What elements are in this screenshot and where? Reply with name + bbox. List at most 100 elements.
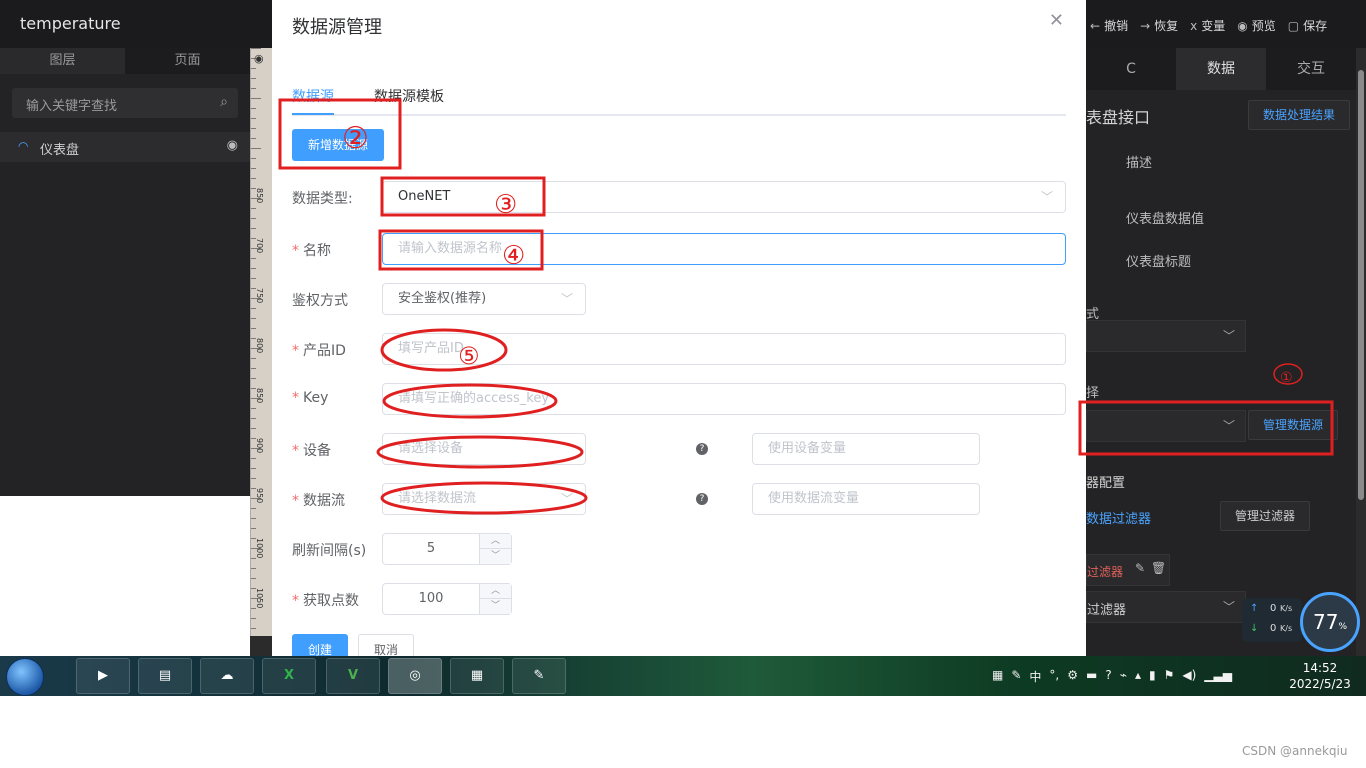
tab-style[interactable]: C: [1086, 48, 1176, 90]
mode-select[interactable]: ﹀: [1086, 320, 1246, 352]
undo-button[interactable]: ← 撤销: [1090, 17, 1128, 34]
scrollbar[interactable]: [1356, 48, 1366, 656]
network-speed-widget: ↑ 0 K/s ↓ 0 K/s: [1242, 598, 1302, 642]
cpu-gauge[interactable]: 77%: [1300, 592, 1360, 652]
chevron-down-icon[interactable]: ﹀: [479, 599, 511, 614]
tray-volume-icon[interactable]: ◀): [1182, 668, 1196, 685]
device-select[interactable]: 请选择设备: [382, 433, 586, 465]
tray-ime-icon[interactable]: ✎: [1011, 668, 1021, 685]
product-id-label-text: 产品ID: [303, 343, 346, 359]
ruler-tick: [251, 368, 256, 369]
layer-item-gauge[interactable]: ◠ 仪表盘 ◉: [0, 132, 250, 162]
ruler-eye-icon[interactable]: ◉: [254, 52, 264, 65]
cancel-button[interactable]: 取消: [358, 634, 414, 656]
section-title: 表盘接口: [1086, 108, 1151, 127]
excel-icon[interactable]: X: [262, 658, 316, 694]
tray-network-icon[interactable]: ▁▃▅: [1204, 668, 1232, 685]
desc-header: 描述: [1126, 156, 1153, 171]
manage-datasource-button[interactable]: 管理数据源: [1248, 410, 1338, 440]
tab-data[interactable]: 数据: [1176, 48, 1266, 90]
ruler-tick: [251, 508, 256, 509]
taskbar: ▶ ▤ ☁ X V ◎ ▦ ✎ ▦ ✎ 中 °, ⚙ ▬ ? ⌁ ▴ ▮ ⚑ ◀…: [0, 656, 1366, 696]
auth-select[interactable]: 安全鉴权(推荐) ﹀: [382, 283, 586, 315]
chevron-up-icon[interactable]: ︿: [479, 584, 511, 599]
tray-ime-label[interactable]: 中: [1029, 668, 1041, 685]
name-input[interactable]: 请输入数据源名称: [382, 233, 1066, 265]
download-arrow-icon: ↓: [1250, 623, 1259, 634]
manage-filter-button[interactable]: 管理过滤器: [1220, 501, 1310, 531]
ruler-label: 750: [255, 288, 264, 304]
tray-keyboard-icon[interactable]: ▬: [1086, 668, 1097, 685]
name-placeholder: 请输入数据源名称: [398, 241, 503, 256]
auth-label: 鉴权方式: [292, 290, 348, 310]
key-input[interactable]: 请填写正确的access_key: [382, 383, 1066, 415]
data-type-select[interactable]: OneNET ﹀: [382, 181, 1066, 213]
filter-item[interactable]: 过滤器 ✎ 🗑: [1086, 554, 1170, 586]
eye-icon: ◉: [1237, 19, 1248, 33]
trash-icon[interactable]: 🗑: [1151, 561, 1166, 575]
tray-grid-icon[interactable]: ▦: [992, 668, 1003, 685]
tray-flag-icon[interactable]: ⚑: [1164, 668, 1175, 685]
product-id-placeholder: 填写产品ID: [398, 341, 464, 356]
tab-datasource[interactable]: 数据源: [292, 86, 334, 106]
ruler-label: 850: [255, 388, 264, 404]
vs-code-icon[interactable]: V: [326, 658, 380, 694]
tab-datasource-template[interactable]: 数据源模板: [374, 86, 444, 106]
tray-usb-icon[interactable]: ⌁: [1120, 668, 1127, 685]
datastream-variable-input[interactable]: 使用数据流变量: [752, 483, 980, 515]
refresh-interval-stepper[interactable]: 5 ︿ ﹀: [382, 533, 512, 565]
datasource-select[interactable]: ﹀: [1086, 410, 1246, 442]
tab-interaction[interactable]: 交互: [1266, 48, 1356, 90]
scrollbar-thumb[interactable]: [1358, 70, 1364, 500]
ruler-tick: [251, 478, 256, 479]
chevron-down-icon[interactable]: ﹀: [479, 549, 511, 564]
watermark: CSDN @annekqiu: [1242, 744, 1348, 758]
eye-icon[interactable]: ◉: [227, 138, 238, 153]
help-icon[interactable]: ?: [696, 493, 708, 505]
edit-icon[interactable]: ✎: [1135, 561, 1145, 575]
download-value: 0: [1270, 623, 1277, 634]
tray-power-icon[interactable]: ▮: [1149, 668, 1156, 685]
filter-select[interactable]: 过滤器 ﹀: [1086, 591, 1246, 623]
key-label-text: Key: [303, 390, 329, 406]
ruler-tick: [251, 428, 256, 429]
tray-help-icon[interactable]: ?: [1105, 668, 1111, 685]
chrome-icon[interactable]: ◎: [388, 658, 442, 694]
required-asterisk: *: [292, 390, 299, 406]
data-filter-link[interactable]: 数据过滤器: [1086, 508, 1151, 527]
datastream-placeholder: 请选择数据流: [398, 491, 477, 506]
close-icon[interactable]: ✕: [1049, 10, 1064, 31]
ruler-tick: [251, 78, 256, 79]
tray-punct-icon[interactable]: °,: [1049, 668, 1059, 685]
chevron-up-icon[interactable]: ︿: [479, 534, 511, 549]
device-variable-input[interactable]: 使用设备变量: [752, 433, 980, 465]
create-button[interactable]: 创建: [292, 634, 348, 656]
new-datasource-button[interactable]: 新增数据源: [292, 129, 384, 161]
paint-icon[interactable]: ✎: [512, 658, 566, 694]
layer-search-input[interactable]: 输入关键字查找 ⌕: [12, 88, 238, 118]
variable-label: 变量: [1201, 19, 1226, 33]
office-app-icon[interactable]: ▦: [450, 658, 504, 694]
tray-expand-icon[interactable]: ▴: [1135, 668, 1141, 685]
tab-pages[interactable]: 页面: [125, 48, 250, 74]
datastream-variable-placeholder: 使用数据流变量: [768, 491, 860, 506]
help-icon[interactable]: ?: [696, 443, 708, 455]
ruler-tick: [251, 418, 256, 419]
product-id-input[interactable]: 填写产品ID: [382, 333, 1066, 365]
save-button[interactable]: ▢ 保存: [1288, 17, 1327, 34]
tray-settings-icon[interactable]: ⚙: [1067, 668, 1078, 685]
file-explorer-icon[interactable]: ▤: [138, 658, 192, 694]
media-player-icon[interactable]: ▶: [76, 658, 130, 694]
start-button[interactable]: [6, 658, 44, 696]
datastream-select[interactable]: 请选择数据流 ﹀: [382, 483, 586, 515]
clock[interactable]: 14:52 2022/5/23: [1282, 660, 1358, 692]
data-result-button[interactable]: 数据处理结果: [1248, 100, 1350, 130]
redo-button[interactable]: → 恢复: [1140, 17, 1178, 34]
variable-button[interactable]: x 变量: [1190, 17, 1225, 34]
baidu-netdisk-icon[interactable]: ☁: [200, 658, 254, 694]
tab-layers[interactable]: 图层: [0, 48, 125, 74]
preview-button[interactable]: ◉ 预览: [1237, 17, 1276, 34]
points-stepper[interactable]: 100 ︿ ﹀: [382, 583, 512, 615]
refresh-label: 刷新间隔(s): [292, 540, 366, 560]
ruler-label: 700: [255, 238, 264, 254]
